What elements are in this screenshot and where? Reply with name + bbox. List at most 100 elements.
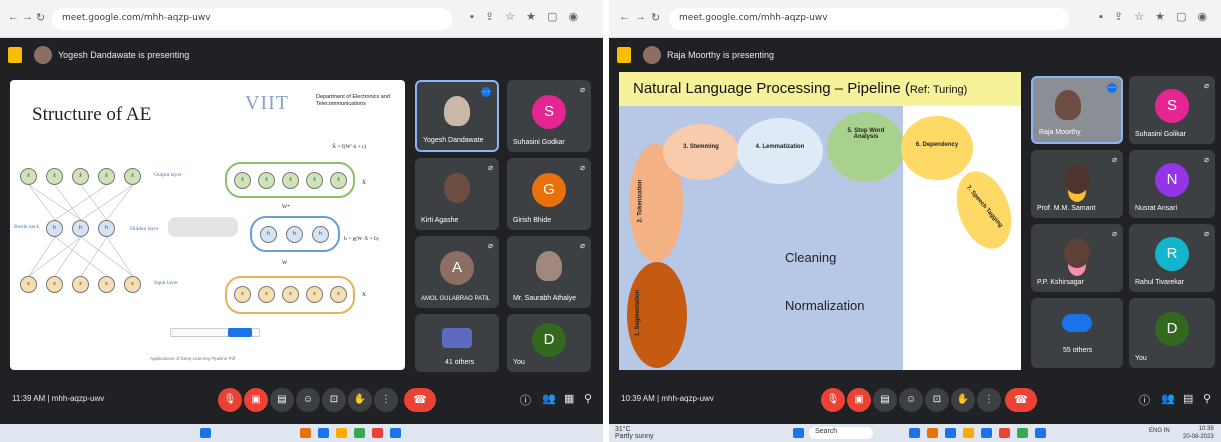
emoji-button[interactable]: ☺ [296,388,320,412]
participant-tile[interactable]: A ⌀ AMOL GULABRAO PATIL [415,236,499,308]
address-bar[interactable]: meet.google.com/mhh-aqzp-uwv [669,8,1069,30]
taskbar-app-icon[interactable] [318,428,329,438]
address-bar[interactable]: meet.google.com/mhh-aqzp-uwv [52,8,452,30]
taskbar-app-icon[interactable] [1035,428,1046,438]
output-layer-label: Output layer [154,172,182,178]
output-node: x̂ [330,172,347,189]
mic-toggle-button[interactable]: 🎙 [218,388,242,412]
url-text: meet.google.com/mhh-aqzp-uwv [62,13,211,23]
windows-start-icon[interactable] [200,428,211,438]
end-call-button[interactable]: ☎ [1005,388,1037,412]
info-icon[interactable]: ⓘ [520,392,531,408]
taskbar-app-icon[interactable] [390,428,401,438]
info-icon[interactable]: ⓘ [1139,392,1150,408]
self-tile[interactable]: D You [1129,298,1215,368]
taskbar-search[interactable]: Search [809,427,873,439]
taskbar-app-icon[interactable] [963,428,974,438]
people-icon[interactable]: 👥 [1161,392,1175,405]
taskbar-clock[interactable]: 10:39 20-08-2023 [1183,425,1214,441]
participant-name: Suhasini Godkar [513,139,565,146]
self-tile[interactable]: D You [507,314,591,372]
people-icon[interactable]: 👥 [542,392,556,405]
taskbar-app-icon[interactable] [927,428,938,438]
back-icon[interactable]: ← [8,11,19,23]
captions-button[interactable]: ▤ [873,388,897,412]
mic-off-icon: ⌀ [1204,81,1209,90]
reload-icon[interactable]: ↻ [651,11,660,24]
participant-tile[interactable]: ⌀ P.P. Kshirsagar [1031,224,1123,292]
taskbar-app-icon[interactable] [336,428,347,438]
emoji-button[interactable]: ☺ [899,388,923,412]
taskbar-app-icon[interactable] [981,428,992,438]
step-label: 4. Lemmatization [755,144,805,150]
mic-toggle-button[interactable]: 🎙 [821,388,845,412]
camera-toggle-button[interactable]: ▣ [244,388,268,412]
more-options-button[interactable]: ⋮ [977,388,1001,412]
x-hat-label: X̂ [362,180,366,186]
meeting-controls: 10:39 AM | mhh-aqzp-uwv 🎙 ▣ ▤ ☺ ⊡ ✋ ⋮ ☎ … [609,378,1221,422]
activities-icon[interactable]: ▦ [564,392,574,405]
others-avatars [442,328,472,349]
taskbar-app-icon[interactable] [354,428,365,438]
extension-icons[interactable]: ▪ ⇪ ☆ ★ ▢ ◉ [470,10,582,23]
input-layer-label: Input layer [154,280,178,286]
meet-logo-icon [8,47,22,63]
taskbar-app-icon[interactable] [999,428,1010,438]
participant-tile[interactable]: ⌀ Mr. Saurabh Athalye [507,236,591,308]
mic-off-icon: ⌀ [1204,155,1209,164]
self-name: You [1135,355,1147,362]
camera-toggle-button[interactable]: ▣ [847,388,871,412]
more-options-icon[interactable]: ⋯ [481,87,491,97]
taskbar-app-icon[interactable] [372,428,383,438]
forward-icon[interactable]: → [635,11,646,23]
taskbar-search-label: Search [815,428,838,435]
extension-icons[interactable]: ▪ ⇪ ☆ ★ ▢ ◉ [1099,10,1211,23]
participant-name: Mr. Saurabh Athalye [513,295,577,302]
slide-search-button[interactable] [228,328,252,337]
host-controls-icon[interactable]: ⚲ [1203,392,1211,405]
meet-logo-icon [617,47,631,63]
others-count: 41 others [445,359,475,366]
taskbar-app-icon[interactable] [300,428,311,438]
participant-tile[interactable]: G ⌀ Girish Bhide [507,158,591,230]
present-button[interactable]: ⊡ [925,388,949,412]
reload-icon[interactable]: ↻ [36,11,45,24]
participant-avatar: G [532,172,566,207]
w-prime-label: W* [282,204,290,210]
taskbar-app-icon[interactable] [945,428,956,438]
more-options-button[interactable]: ⋮ [374,388,398,412]
presenter-text: Raja Moorthy is presenting [667,50,775,60]
meeting-time: 10:39 AM [621,394,655,403]
participant-name: Suhasini Golikar [1135,131,1186,138]
mic-off-icon: ⌀ [488,163,493,172]
others-tile[interactable]: 41 others [415,314,499,372]
taskbar-app-icon[interactable] [909,428,920,438]
participant-tile[interactable]: S ⌀ Suhasini Godkar [507,80,591,152]
host-controls-icon[interactable]: ⚲ [584,392,592,405]
present-button[interactable]: ⊡ [322,388,346,412]
weather-widget[interactable]: 31°C Partly sunny [615,426,654,440]
participant-name: Kirti Agashe [421,217,459,224]
more-options-icon[interactable]: ⋯ [1107,83,1117,93]
back-icon[interactable]: ← [619,11,630,23]
participant-tile[interactable]: ⋯ Raja Moorthy [1031,76,1123,144]
mic-off-icon: ⌀ [1112,155,1117,164]
raise-hand-button[interactable]: ✋ [951,388,975,412]
end-call-button[interactable]: ☎ [404,388,436,412]
others-tile[interactable]: 55 others [1031,298,1123,368]
taskbar-app-icon[interactable] [1017,428,1028,438]
language-indicator[interactable]: ENG IN [1149,428,1170,434]
participant-tile[interactable]: ⌀ Prof. M.M. Samant [1031,150,1123,218]
forward-icon[interactable]: → [22,11,33,23]
participant-tile[interactable]: ⌀ Kirti Agashe [415,158,499,230]
participant-tile[interactable]: ⋯ Yogesh Dandawate [415,80,499,152]
participant-tile[interactable]: R ⌀ Rahul Tivarekar [1129,224,1215,292]
captions-button[interactable]: ▤ [270,388,294,412]
windows-start-icon[interactable] [793,428,804,438]
meeting-info: 11:39 AM | mhh-aqzp-uwv [12,394,105,403]
participant-tile[interactable]: N ⌀ Nusrat Ansari [1129,150,1215,218]
participant-tile[interactable]: S ⌀ Suhasini Golikar [1129,76,1215,144]
raise-hand-button[interactable]: ✋ [348,388,372,412]
chat-icon[interactable]: ▤ [1183,392,1193,405]
normalization-label: Normalization [785,298,865,313]
